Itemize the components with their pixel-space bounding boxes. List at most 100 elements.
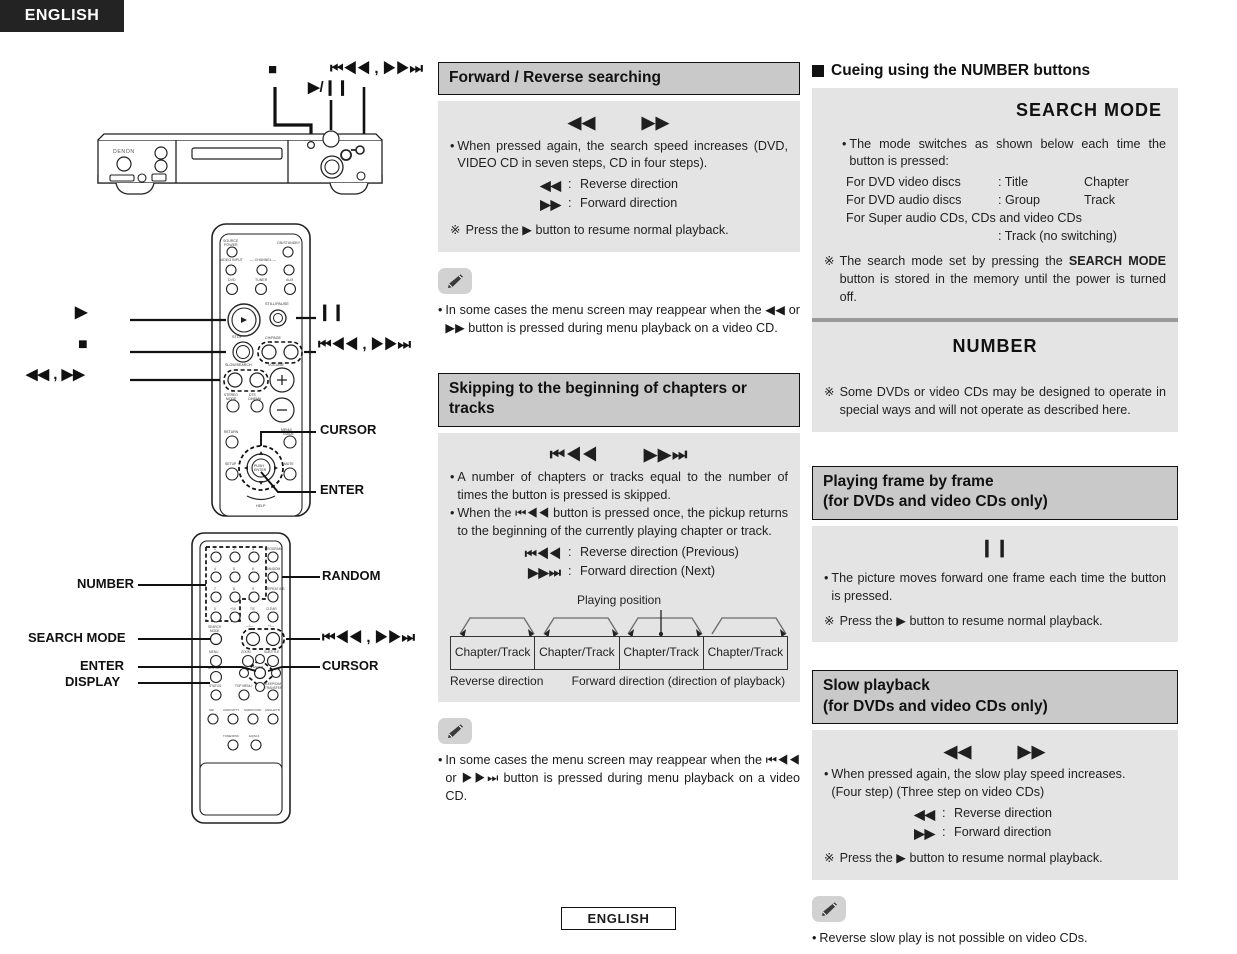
chapter-track-diagram: Playing position Chapter/Track Chapter/T… [450,592,788,690]
svg-text:SDI: SDI [209,708,214,712]
square-bullet-icon [812,65,824,77]
svg-text:CLEAR: CLEAR [266,607,277,611]
svg-text:DVD: DVD [228,278,236,282]
svg-text:AUX: AUX [286,278,294,282]
rewind-icon: ◀◀ [540,178,561,194]
section-divider [812,318,1178,323]
pencil-icon [438,267,472,294]
note-mark-icon: ※ [450,222,461,237]
svg-text:ENTER: ENTER [253,665,264,669]
svg-text:MODE: MODE [226,397,237,401]
svg-text:ON/STANDBY: ON/STANDBY [277,241,301,245]
search-mode-title: SEARCH MODE [1015,100,1162,120]
svg-text:RANDOM: RANDOM [266,567,281,571]
section-heading-forward-reverse: Forward / Reverse searching [438,62,800,96]
skip-previous-icon: ⏮◀◀ [524,545,561,561]
skip-next-icon: ▶▶⏭ [528,564,561,580]
callout-remote-skip: ⏮◀◀ , ▶▶⏭ [318,336,412,353]
remote-lower-illustration: 1 2 3 4 5 6 7 8 9 0 +10 PROGRAM RANDOM R… [20,525,420,825]
svg-text:+10: +10 [230,607,236,611]
panel-cueing: SEARCH MODE • The mode switches as shown… [812,88,1178,432]
chapter-cells: Chapter/Track Chapter/Track Chapter/Trac… [450,635,788,670]
memo-text-row: • In some cases the menu screen may reap… [438,302,800,335]
callout-remote-search: ◀◀ , ▶▶ [26,366,85,383]
panel-slow-playback: ◀◀ ▶▶ • When pressed again, the slow pla… [812,730,1178,881]
memo-forward-reverse: • In some cases the menu screen may reap… [438,267,800,338]
svg-text:SLOW/SEARCH: SLOW/SEARCH [225,363,252,367]
svg-text:AUDIO/PTY: AUDIO/PTY [223,708,239,712]
svg-text:9: 9 [252,587,254,591]
svg-text:RETURN: RETURN [224,430,239,434]
icon-row-search: ◀◀ ▶▶ [450,111,788,135]
skip-arcs [459,609,787,636]
callout-unit-skip: ⏮◀◀ , ▶▶⏭ [330,60,424,77]
svg-text:HELP: HELP [256,504,266,508]
def-reverse: ◀◀ : Reverse direction [450,176,788,195]
svg-text:T/C: T/C [250,607,256,611]
svg-text:CINEMA: CINEMA [248,397,262,401]
panel-frame-by-frame: ❙❙ • The picture moves forward one frame… [812,525,1178,643]
forward-direction-label: Forward direction (direction of playback… [571,673,786,688]
svg-text:ENTER: ENTER [254,468,267,472]
skip-previous-icon: ⏮◀◀ [549,444,599,464]
svg-text:3: 3 [252,547,254,551]
svg-text:4: 4 [214,567,216,571]
callout-remote-enter: ENTER [320,482,365,497]
chapter-cell: Chapter/Track [451,636,536,669]
svg-text:TUNER: TUNER [255,278,268,282]
section-heading-frame-by-frame: Playing frame by frame (for DVDs and vid… [812,465,1178,520]
definitions-slow: ◀◀ : Reverse direction ▶▶ : Forward dire… [824,805,1166,843]
memo-text-row: • In some cases the menu screen may reap… [438,752,800,804]
memo-text-row: • Reverse slow play is not possible on v… [812,931,1088,946]
pause-icon: ❙❙ [979,537,1011,557]
front-panel-illustration: DENON ■ ▶/❙❙ ⏮◀◀ , ▶▶⏭ [20,55,424,215]
callout-remote-cursor: CURSOR [320,422,377,437]
svg-text:VOLUME: VOLUME [268,363,285,367]
svg-text:DENON: DENON [113,149,135,155]
callout-search-mode: SEARCH MODE [28,630,126,645]
svg-text:CH/PAGE: CH/PAGE [265,336,282,340]
svg-text:TOP MENU: TOP MENU [235,684,252,688]
definitions-search: ◀◀ : Reverse direction ▶▶ : Forward dire… [450,176,788,214]
section-heading-cueing: Cueing using the NUMBER buttons [812,62,1178,80]
definitions-skip: ⏮◀◀ : Reverse direction (Previous) ▶▶⏭ :… [450,544,788,582]
panel-skipping: ⏮◀◀ ▶▶⏭ • A number of chapters or tracks… [438,432,800,702]
svg-text:SURROUND: SURROUND [244,708,262,712]
rewind-icon: ◀◀ [914,807,935,823]
svg-text:PROGRAM: PROGRAM [265,547,282,551]
bullet-mode-switches: • The mode switches as shown below each … [842,136,1166,169]
frame-heading-line2: (for DVDs and video CDs only) [823,493,1048,511]
icon-row-slow: ◀◀ ▶▶ [824,740,1166,764]
callout-cursor-lower: CURSOR [322,658,379,673]
svg-text:STOP: STOP [232,335,243,339]
middle-column: Forward / Reverse searching ◀◀ ▶▶ • When… [438,62,800,806]
note-frame-resume: ※ Press the ▶ button to resume normal pl… [824,613,1166,631]
section-heading-slow-playback: Slow playback (for DVDs and video CDs on… [812,670,1178,725]
fast-forward-icon: ▶▶ [1017,742,1046,762]
note-resume-playback: ※ Press the ▶ button to resume normal pl… [450,222,788,240]
diagram-footer: Reverse direction Forward direction (dir… [450,673,788,690]
chapter-cell: Chapter/Track [535,636,620,669]
manual-page: ENGLISH DENON ■ ▶/❙❙ ⏮◀◀ , ▶▶⏭ SOURCE PO… [0,0,1237,954]
callout-remote-still-pause: ❙❙ [318,304,345,321]
callout-remote-stop: ■ [78,336,88,353]
def-slow-forward: ▶▶ : Forward direction [824,824,1166,843]
bullet-frame-advance: • The picture moves forward one frame ea… [824,570,1166,603]
mode-row: For DVD audio discs : Group Track [846,193,1116,208]
right-column: Cueing using the NUMBER buttons SEARCH M… [812,62,1178,948]
slow-bullet-line2: (Four step) (Three step on video CDs) [831,785,1045,800]
pencil-icon [438,717,472,744]
frame-heading-line1: Playing frame by frame [823,472,994,490]
svg-text:MODE: MODE [210,629,220,633]
remote-upper-illustration: SOURCE POWER ON/STANDBY VIDEO INPUT — CH… [20,220,420,520]
mode-row-super-audio-value: : Track (no switching) [998,228,1117,243]
panel-forward-reverse: ◀◀ ▶▶ • When pressed again, the search s… [438,101,800,252]
def-skip-reverse: ⏮◀◀ : Reverse direction (Previous) [450,544,788,563]
rewind-icon: ◀◀ [944,742,973,762]
page-footer: ENGLISH [0,907,1237,930]
note-mark-icon: ※ [824,253,835,268]
svg-text:TUNE/DISK: TUNE/DISK [223,734,239,738]
bullet-search-speed: • When pressed again, the search speed i… [450,138,788,171]
slow-heading-line1: Slow playback [823,677,930,695]
chapter-cell: Chapter/Track [619,636,704,669]
